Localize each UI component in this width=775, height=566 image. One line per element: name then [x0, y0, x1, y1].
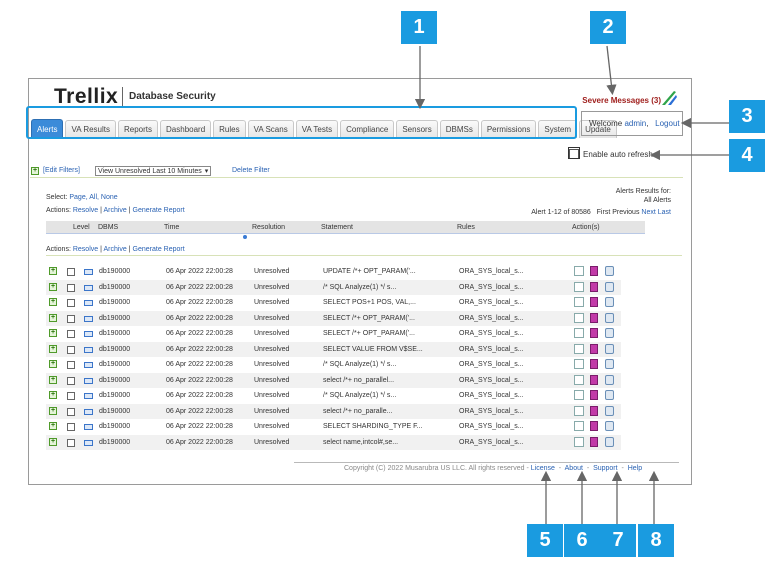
callout-1: 1 [401, 11, 437, 44]
callout-2: 2 [590, 11, 626, 44]
callout-5: 5 [527, 524, 563, 557]
callout-6: 6 [564, 524, 600, 557]
callout-arrows [414, 45, 729, 525]
callout-7: 7 [600, 524, 636, 557]
callout-3: 3 [729, 100, 765, 133]
callout-8: 8 [638, 524, 674, 557]
callout-4: 4 [729, 139, 765, 172]
